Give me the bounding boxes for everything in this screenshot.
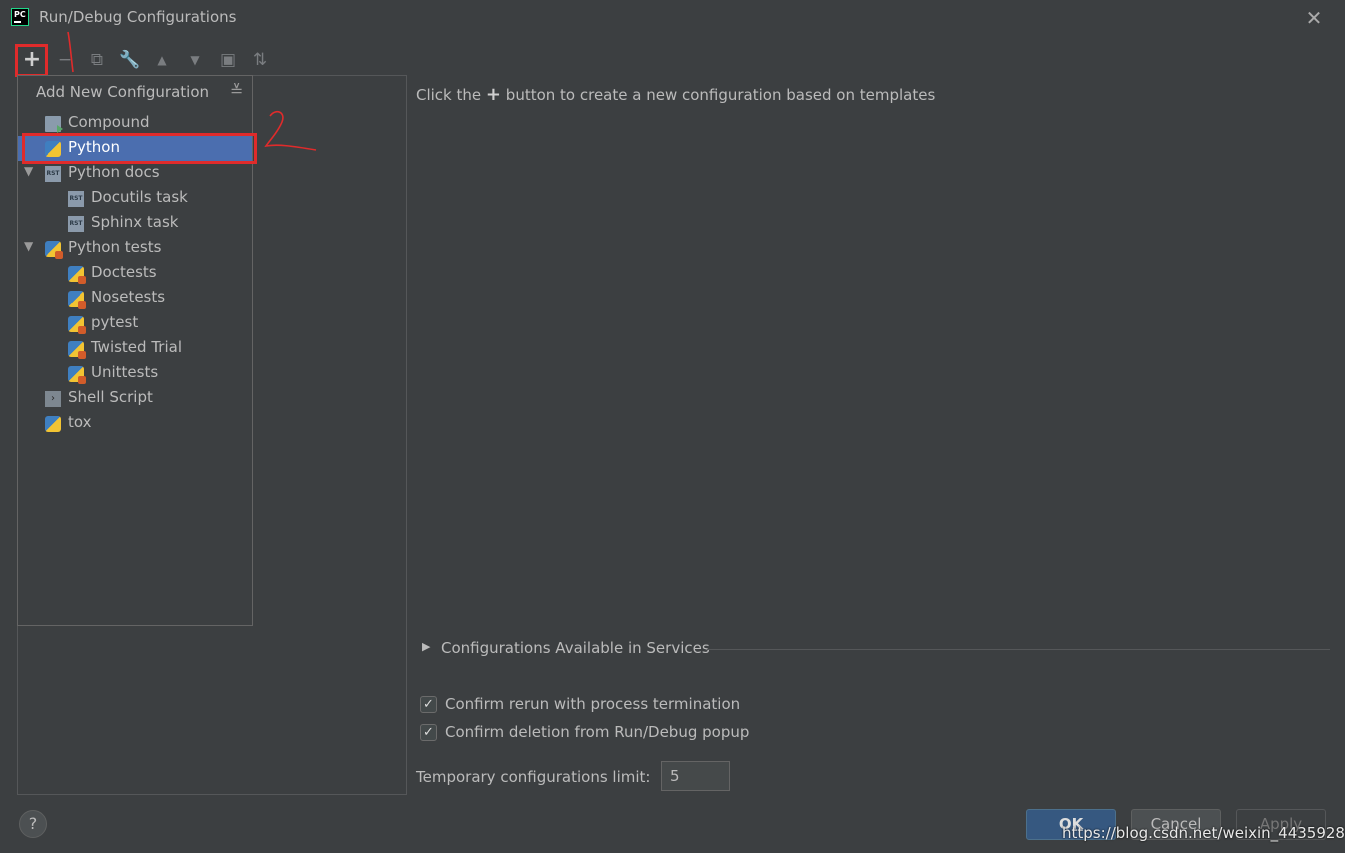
annotation-box-add-button xyxy=(15,44,48,77)
temp-limit-input[interactable] xyxy=(661,761,730,791)
popup-title: Add New Configuration xyxy=(36,83,210,101)
hint-prefix: Click the xyxy=(416,86,482,104)
tree-item-label: Shell Script xyxy=(68,388,153,406)
rst-doc-icon: RST xyxy=(45,166,61,182)
popup-header: Add New Configuration ≚ xyxy=(18,76,252,111)
close-button[interactable]: ✕ xyxy=(1301,6,1327,30)
hint-suffix: button to create a new configuration bas… xyxy=(505,86,936,104)
tree-item-label: Python docs xyxy=(68,163,160,181)
tree-item-tox[interactable]: tox xyxy=(18,411,252,436)
confirm-rerun-checkbox[interactable]: ✓ xyxy=(420,696,437,713)
confirm-rerun-label[interactable]: Confirm rerun with process termination xyxy=(445,695,740,713)
tree-item-label: Python tests xyxy=(68,238,162,256)
tree-item-sphinx-task[interactable]: RST Sphinx task xyxy=(18,211,252,236)
rst-doc-icon: RST xyxy=(68,216,84,232)
compound-folder-icon xyxy=(45,116,63,133)
tree-item-label: Unittests xyxy=(91,363,159,381)
watermark-text: https://blog.csdn.net/weixin_44359289 xyxy=(1062,824,1345,842)
new-folder-button[interactable]: ▣ xyxy=(215,47,241,73)
empty-state-hint: Click the + button to create a new confi… xyxy=(416,84,935,105)
tree-item-twisted-trial[interactable]: Twisted Trial xyxy=(18,336,252,361)
tree-item-python-docs[interactable]: ▼ RST Python docs xyxy=(18,161,252,186)
rst-doc-icon: RST xyxy=(68,191,84,207)
edit-templates-wrench-icon[interactable]: 🔧 xyxy=(117,47,143,73)
tree-item-unittests[interactable]: Unittests xyxy=(18,361,252,386)
logo-text: PC xyxy=(14,10,26,19)
copy-configuration-button[interactable]: ⧉ xyxy=(84,47,110,73)
tree-item-label: Doctests xyxy=(91,263,157,281)
confirm-deletion-label[interactable]: Confirm deletion from Run/Debug popup xyxy=(445,723,749,741)
section-divider xyxy=(707,649,1330,650)
python-test-icon xyxy=(68,266,86,284)
tree-item-label: Compound xyxy=(68,113,150,131)
tree-item-docutils-task[interactable]: RST Docutils task xyxy=(18,186,252,211)
tree-item-label: Twisted Trial xyxy=(91,338,182,356)
python-test-icon xyxy=(68,366,86,384)
collapse-all-icon[interactable]: ≚ xyxy=(230,81,243,100)
annotation-mark-2 xyxy=(264,110,317,151)
temp-limit-label: Temporary configurations limit: xyxy=(416,768,651,786)
tree-item-pytest[interactable]: pytest xyxy=(18,311,252,336)
pycharm-logo-icon: PC xyxy=(11,8,29,26)
expand-arrow-icon[interactable]: ▼ xyxy=(24,239,33,253)
expand-arrow-icon[interactable]: ▼ xyxy=(24,164,33,178)
tree-item-label: Docutils task xyxy=(91,188,188,206)
tree-item-label: Nosetests xyxy=(91,288,166,306)
help-button[interactable]: ? xyxy=(19,810,47,838)
services-section-toggle[interactable]: Configurations Available in Services xyxy=(441,639,710,657)
expand-arrow-icon[interactable]: ▶ xyxy=(422,640,430,653)
python-test-icon xyxy=(68,341,86,359)
annotation-box-python xyxy=(22,133,257,164)
tree-item-doctests[interactable]: Doctests xyxy=(18,261,252,286)
tree-item-python-tests[interactable]: ▼ Python tests xyxy=(18,236,252,261)
confirm-deletion-checkbox[interactable]: ✓ xyxy=(420,724,437,741)
move-down-button[interactable]: ▼ xyxy=(182,47,208,73)
tree-item-label: tox xyxy=(68,413,92,431)
plus-icon: + xyxy=(485,84,502,105)
python-test-icon xyxy=(45,241,63,259)
python-test-icon xyxy=(68,291,86,309)
move-up-button[interactable]: ▲ xyxy=(149,47,175,73)
tree-item-nosetests[interactable]: Nosetests xyxy=(18,286,252,311)
shell-script-icon: › xyxy=(45,391,61,407)
tree-item-label: pytest xyxy=(91,313,139,331)
python-test-icon xyxy=(68,316,86,334)
tree-item-shell-script[interactable]: › Shell Script xyxy=(18,386,252,411)
tree-item-label: Sphinx task xyxy=(91,213,179,231)
tox-python-icon xyxy=(45,416,61,432)
sort-configurations-button[interactable]: ⇅ xyxy=(247,47,273,73)
window-title: Run/Debug Configurations xyxy=(39,8,237,26)
annotation-mark-1 xyxy=(67,31,74,73)
